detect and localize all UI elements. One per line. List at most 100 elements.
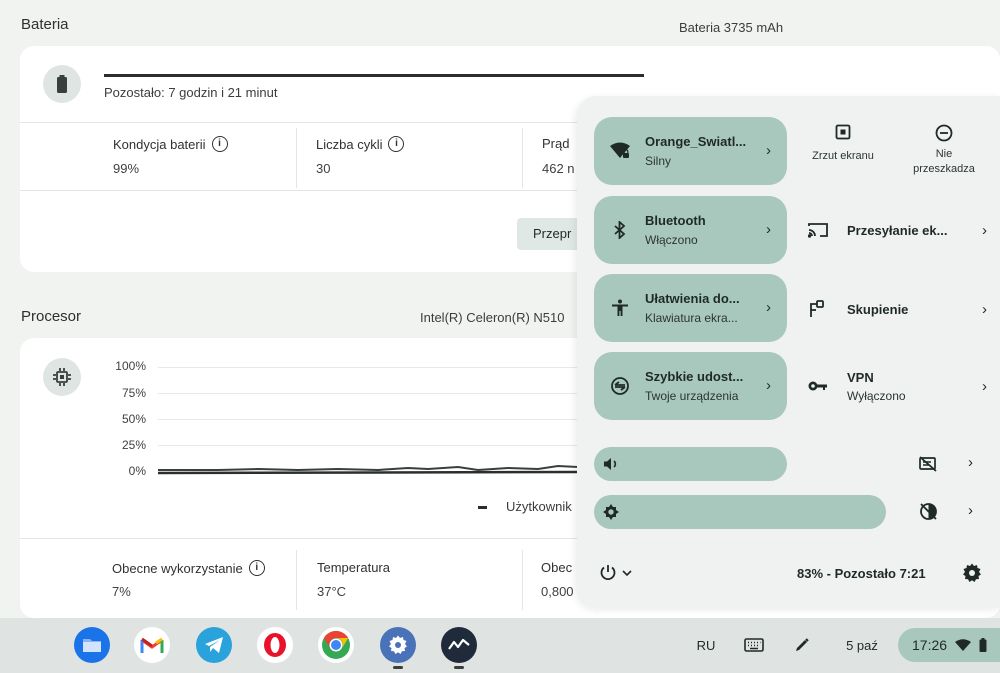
focus-row[interactable]: Skupienie › <box>807 289 987 329</box>
bluetooth-icon <box>610 220 630 240</box>
stylus-tools-button[interactable] <box>786 628 818 662</box>
do-not-disturb-tile[interactable]: Nie przeszkadza <box>904 124 984 177</box>
current-usage-text: Obecne wykorzystanie <box>112 560 243 576</box>
cycle-count-value: 30 <box>316 161 331 176</box>
processor-model: Intel(R) Celeron(R) N510 <box>420 310 565 325</box>
power-menu-button[interactable] <box>599 564 632 582</box>
processor-section-title: Procesor <box>21 308 82 325</box>
bluetooth-label: Bluetooth <box>645 213 706 228</box>
volume-slider[interactable] <box>594 447 787 481</box>
nearby-share-status: Twoje urządzenia <box>645 389 739 403</box>
divider <box>296 128 297 188</box>
screenshot-tile[interactable]: Zrzut ekranu <box>807 124 879 162</box>
gridline <box>158 367 578 368</box>
running-indicator <box>393 666 403 669</box>
vpn-status: Wyłączono <box>847 389 906 403</box>
do-not-disturb-icon <box>935 124 953 142</box>
telegram-app-icon[interactable] <box>196 627 232 663</box>
brightness-slider[interactable] <box>594 495 886 529</box>
accessibility-label: Ułatwienia do... <box>645 291 740 306</box>
battery-status-icon <box>979 638 987 652</box>
wifi-icon <box>955 639 972 651</box>
chevron-right-icon[interactable]: › <box>982 378 987 395</box>
running-indicator <box>454 666 464 669</box>
vpn-row[interactable]: VPN Wyłączono › <box>807 366 987 406</box>
screenshot-icon <box>835 124 851 140</box>
power-icon <box>600 565 616 581</box>
focus-label: Skupienie <box>847 302 909 317</box>
settings-gear-icon[interactable] <box>962 563 982 583</box>
temperature-text: Temperatura <box>317 560 390 575</box>
battery-icon <box>43 65 81 103</box>
wifi-tile[interactable]: Orange_Swiatl... Silny › <box>594 117 787 185</box>
info-icon[interactable]: i <box>388 136 405 152</box>
chrome-app-icon[interactable] <box>318 627 354 663</box>
bluetooth-tile[interactable]: Bluetooth Włączono › <box>594 196 787 264</box>
battery-health-text: Kondycja baterii <box>113 136 206 152</box>
nearby-share-icon <box>610 376 630 396</box>
current-usage-label: Obecne wykorzystanie i <box>112 560 265 576</box>
temperature-label: Temperatura <box>317 560 390 575</box>
cast-icon <box>807 220 829 240</box>
battery-remaining: Pozostało: 7 godzin i 21 minut <box>104 85 278 100</box>
frequency-label: Obec <box>541 560 572 575</box>
current-value: 462 n <box>542 161 575 176</box>
chevron-right-icon[interactable]: › <box>766 299 771 316</box>
current-label: Prąd <box>542 136 569 151</box>
quick-settings-panel: Orange_Swiatl... Silny › Zrzut ekranu Ni… <box>577 96 1000 608</box>
cpu-icon <box>43 358 81 396</box>
cycle-count-text: Liczba cykli <box>316 136 383 152</box>
battery-charge-bar <box>104 74 644 77</box>
gridline <box>158 445 578 446</box>
cast-screen-row[interactable]: Przesyłanie ek... › <box>807 210 987 250</box>
chevron-down-icon <box>622 569 632 576</box>
settings-app-icon[interactable] <box>380 627 416 663</box>
virtual-keyboard-button[interactable] <box>738 628 770 662</box>
wifi-signal-status: Silny <box>645 154 672 168</box>
chevron-right-icon[interactable]: › <box>766 221 771 238</box>
microphone-off-icon[interactable] <box>919 456 937 472</box>
chevron-right-icon[interactable]: › <box>766 142 771 159</box>
gridline <box>158 393 578 394</box>
battery-health-value: 99% <box>113 161 140 176</box>
gridline <box>158 419 578 420</box>
y-tick-75: 75% <box>121 386 146 400</box>
frequency-text: Obec <box>541 560 573 575</box>
info-icon[interactable]: i <box>211 136 228 152</box>
date-display[interactable]: 5 paź <box>834 628 890 662</box>
keyboard-icon <box>744 638 764 652</box>
input-method-indicator[interactable]: RU <box>690 628 722 662</box>
night-light-off-icon[interactable] <box>919 502 938 521</box>
nearby-share-label: Szybkie udost... <box>645 369 744 384</box>
vpn-label: VPN <box>847 370 874 385</box>
diagnostics-app-icon[interactable] <box>441 627 477 663</box>
legend-user-label: Użytkownik <box>506 499 572 514</box>
nearby-share-tile[interactable]: Szybkie udost... Twoje urządzenia › <box>594 352 787 420</box>
temperature-value: 37°C <box>317 584 347 599</box>
stylus-icon <box>796 638 809 651</box>
accessibility-tile[interactable]: Ułatwienia do... Klawiatura ekra... › <box>594 274 787 342</box>
battery-status: 83% - Pozostało 7:21 <box>797 566 926 581</box>
chevron-right-icon[interactable]: › <box>766 377 771 394</box>
battery-section-title: Bateria <box>21 16 69 33</box>
chevron-right-icon[interactable]: › <box>982 222 987 239</box>
battery-capacity: Bateria 3735 mAh <box>679 20 784 35</box>
do-not-disturb-label: Nie przeszkadza <box>913 148 975 175</box>
y-tick-50: 50% <box>121 412 146 426</box>
info-icon[interactable]: i <box>248 560 265 576</box>
frequency-value: 0,800 <box>541 584 574 599</box>
wifi-network-name: Orange_Swiatl... <box>645 134 747 149</box>
chevron-right-icon[interactable]: › <box>968 502 973 519</box>
brightness-icon <box>603 504 619 520</box>
status-area[interactable]: 17:26 <box>898 628 1000 662</box>
cast-label: Przesyłanie ek... <box>847 223 948 238</box>
chevron-right-icon[interactable]: › <box>982 301 987 318</box>
gmail-app-icon[interactable] <box>134 627 170 663</box>
screenshot-label: Zrzut ekranu <box>812 150 874 162</box>
chevron-right-icon[interactable]: › <box>968 454 973 471</box>
focus-icon <box>807 299 829 319</box>
files-app-icon[interactable] <box>74 627 110 663</box>
opera-app-icon[interactable] <box>257 627 293 663</box>
battery-health-label: Kondycja baterii i <box>113 136 228 152</box>
current-text: Prąd <box>542 136 570 151</box>
